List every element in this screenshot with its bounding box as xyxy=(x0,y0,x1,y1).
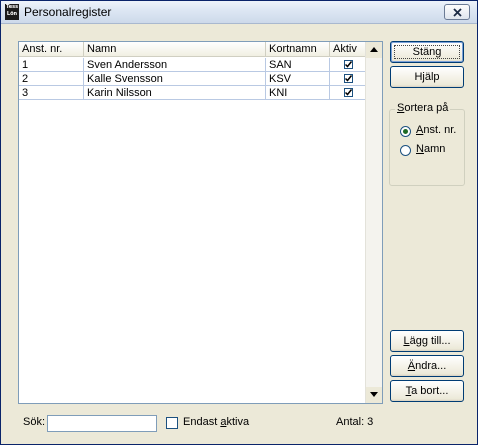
sort-by-namn-label[interactable]: Namn xyxy=(416,143,445,155)
only-active-checkbox[interactable] xyxy=(166,417,178,429)
cell-anst-nr: 1 xyxy=(19,58,84,72)
sort-by-anst-nr-radio[interactable] xyxy=(400,126,411,137)
personalregister-window: Tess Lön Personalregister Anst. nr. Namn… xyxy=(0,0,478,445)
sort-groupbox: Sortera på Anst. nr. Namn xyxy=(389,102,465,186)
table-row[interactable]: 2 Kalle Svensson KSV xyxy=(19,72,366,86)
active-checkbox[interactable] xyxy=(344,60,353,69)
scroll-up-button[interactable] xyxy=(366,42,382,58)
delete-button[interactable]: Ta bort... xyxy=(390,380,464,402)
cell-active xyxy=(330,72,366,86)
edit-button-label: Ändra... xyxy=(407,360,447,372)
add-button[interactable]: Lägg till... xyxy=(390,330,464,352)
checkmark-icon xyxy=(345,75,352,82)
scroll-down-button[interactable] xyxy=(366,387,382,403)
checkmark-icon xyxy=(345,89,352,96)
vertical-scrollbar[interactable] xyxy=(365,42,382,403)
window-title: Personalregister xyxy=(24,5,112,19)
arrow-up-icon xyxy=(370,47,378,52)
only-active-label[interactable]: Endast aktiva xyxy=(183,416,249,428)
table-row[interactable]: 1 Sven Andersson SAN xyxy=(19,58,366,72)
cell-name: Sven Andersson xyxy=(84,58,266,72)
close-window-button[interactable] xyxy=(444,4,470,20)
title-bar[interactable]: Tess Lön Personalregister xyxy=(1,1,477,24)
cell-short: SAN xyxy=(266,58,330,72)
cell-anst-nr: 2 xyxy=(19,72,84,86)
cell-name: Kalle Svensson xyxy=(84,72,266,86)
table-row[interactable]: 3 Karin Nilsson KNI xyxy=(19,86,366,100)
sort-by-anst-nr-label[interactable]: Anst. nr. xyxy=(416,124,456,136)
column-header-namn[interactable]: Namn xyxy=(84,42,266,57)
app-icon: Tess Lön xyxy=(5,4,19,20)
column-header-aktiv[interactable]: Aktiv xyxy=(330,42,366,57)
sort-groupbox-title: Sortera på xyxy=(395,102,451,114)
dialog-client-area: Anst. nr. Namn Kortnamn Aktiv 1 Sven And… xyxy=(1,24,477,444)
radio-selected-dot xyxy=(403,129,408,134)
active-checkbox[interactable] xyxy=(344,88,353,97)
cell-short: KNI xyxy=(266,86,330,100)
cell-anst-nr: 3 xyxy=(19,86,84,100)
edit-button[interactable]: Ändra... xyxy=(390,355,464,377)
search-label: Sök: xyxy=(23,416,46,428)
search-input[interactable] xyxy=(47,415,157,432)
employee-count: Antal: 3 xyxy=(336,416,374,428)
active-checkbox[interactable] xyxy=(344,74,353,83)
cell-short: KSV xyxy=(266,72,330,86)
cell-active xyxy=(330,58,366,72)
column-header-kortnamn[interactable]: Kortnamn xyxy=(266,42,330,57)
help-button[interactable]: Hjälp xyxy=(390,66,464,88)
sort-by-namn-radio[interactable] xyxy=(400,145,411,156)
employee-list[interactable]: Anst. nr. Namn Kortnamn Aktiv 1 Sven And… xyxy=(18,41,383,404)
cell-active xyxy=(330,86,366,100)
add-button-label: Lägg till... xyxy=(403,335,451,347)
help-button-label: Hjälp xyxy=(414,71,440,83)
close-button-label: Stäng xyxy=(412,46,442,58)
close-icon xyxy=(453,8,462,17)
close-button[interactable]: Stäng xyxy=(390,41,464,63)
list-header: Anst. nr. Namn Kortnamn Aktiv xyxy=(19,42,366,58)
checkmark-icon xyxy=(345,61,352,68)
cell-name: Karin Nilsson xyxy=(84,86,266,100)
column-header-anst-nr[interactable]: Anst. nr. xyxy=(19,42,84,57)
arrow-down-icon xyxy=(370,392,378,397)
delete-button-label: Ta bort... xyxy=(405,385,449,397)
